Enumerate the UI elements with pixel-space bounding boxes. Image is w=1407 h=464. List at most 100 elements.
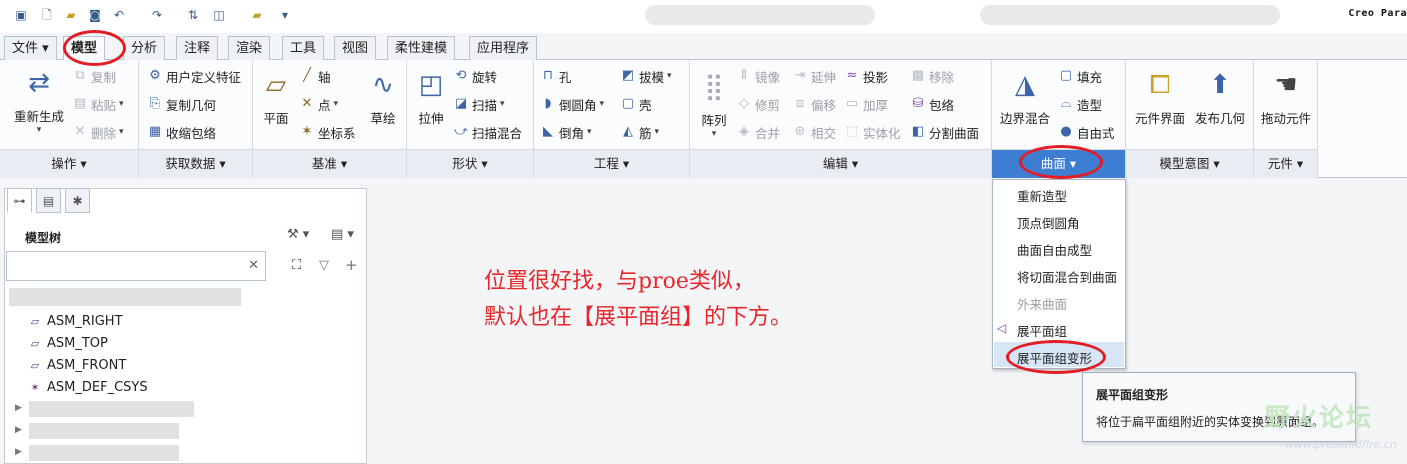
tree-item[interactable]: ✶ ASM_DEF_CSYS [27,377,147,397]
settings-icon[interactable]: ⚒ ▾ [287,227,309,242]
tree-search-input[interactable]: ✕ [6,251,266,281]
undo-icon[interactable]: ↶ [110,6,128,24]
axis-button[interactable]: ╱ 轴 [299,66,330,86]
round-button[interactable]: ◗ 倒圆角 ▾ [540,94,604,114]
project-button[interactable]: ≈ 投影 [844,66,888,86]
user-defined-feature-button[interactable]: ⚙ 用户定义特征 [147,66,241,86]
copy-button[interactable]: ⧉ 复制 [72,66,116,86]
extrude-button[interactable]: ◰ 拉伸 [413,68,449,127]
watermark-url: www.proewildfire.cn [1285,438,1397,451]
filter-icon[interactable]: ▽ [319,258,329,273]
sketch-button[interactable]: ∿ 草绘 [365,68,401,127]
tree-item[interactable]: ▱ ASM_TOP [27,333,108,353]
add-icon[interactable]: + [345,256,358,274]
copy-geometry-button[interactable]: ⎘ 复制几何 [147,94,216,114]
windows-icon[interactable]: ◫ [210,6,228,24]
show-icon[interactable]: ▤ ▾ [331,227,354,242]
tab-analysis[interactable]: 分析 [123,36,166,60]
group-footer-engineering[interactable]: 工程 ▾ [534,149,689,178]
drag-components-button[interactable]: ☚ 拖动元件 [1258,68,1314,127]
revolve-icon: ⟲ [455,68,467,83]
csys-button[interactable]: ✶ 坐标系 [299,122,356,142]
shrinkwrap-button[interactable]: ▦ 收缩包络 [147,122,216,142]
draft-icon: ◩ [621,68,635,83]
menu-item-vertex-round[interactable]: 顶点倒圆角 [1017,213,1080,232]
extend-button[interactable]: ⇥ 延伸 [792,66,836,86]
menu-item-flatten-quilt[interactable]: 展平面组 [1017,321,1067,340]
group-footer-datum[interactable]: 基准 ▾ [253,149,406,178]
menu-item-restyle[interactable]: 重新造型 [1017,186,1067,205]
new-file-icon[interactable]: 🗋 [38,6,56,24]
freestyle-button[interactable]: ● 自由式 [1058,122,1114,142]
tab-flexible-modeling[interactable]: 柔性建模 [387,36,456,60]
group-footer-editing[interactable]: 编辑 ▾ [690,149,991,178]
point-button[interactable]: ✕ 点 ▾ [299,94,339,114]
highlight-circle-model-tab [63,30,126,66]
wrap-button[interactable]: ⛁ 包络 [910,94,954,114]
group-footer-operations[interactable]: 操作 ▾ [0,149,138,178]
paste-button[interactable]: ▤ 粘贴 ▾ [72,94,124,114]
trim-button[interactable]: ◇ 修剪 [736,94,780,114]
fill-button[interactable]: ▢ 填充 [1058,66,1102,86]
sweep-icon: ◪ [454,96,468,111]
revolve-button[interactable]: ⟲ 旋转 [453,66,497,86]
tab-file[interactable]: 文件 ▾ [4,36,57,60]
swept-blend-button[interactable]: ⤻ 扫描混合 [453,122,522,142]
expand-icon[interactable]: ▶ [15,447,22,457]
rib-button[interactable]: ◭ 筋 ▾ [620,122,659,142]
app-icon[interactable]: ▣ [12,6,30,24]
style-button[interactable]: ⌓ 造型 [1058,94,1102,114]
tab-favorites[interactable]: ✱ [65,188,90,213]
publish-geometry-button[interactable]: ⬆ 发布几何 [1192,68,1248,127]
chamfer-button[interactable]: ◣ 倒角 ▾ [540,122,592,142]
customize-toolbar-icon[interactable]: ▾ [276,6,294,24]
menu-item-freeform[interactable]: 曲面自由成型 [1017,240,1092,259]
clear-icon[interactable]: ✕ [248,258,259,273]
regenerate-button[interactable]: ⇄ 重新生成 ▾ [8,66,70,135]
tab-render[interactable]: 渲染 [228,36,271,60]
plane-button[interactable]: ▱ 平面 [259,68,293,127]
tree-item[interactable]: ▱ ASM_RIGHT [27,311,123,331]
thicken-button[interactable]: ▭ 加厚 [844,94,888,114]
model-tree-panel: ⊶ ▤ ✱ 模型树 ⚒ ▾ ▤ ▾ ✕ ⛶ ▽ + ▱ ASM_RIGHT ▱ AS… [4,188,367,464]
menu-item-tangent-blend[interactable]: 将切面混合到曲面 [1017,267,1117,286]
offset-button[interactable]: ⧈ 偏移 [792,94,836,114]
tree-item[interactable]: ▱ ASM_FRONT [27,355,127,375]
solidify-button[interactable]: ⬚ 实体化 [844,122,901,142]
draft-button[interactable]: ◩ 拔模 ▾ [620,66,672,86]
split-surface-button[interactable]: ◧ 分割曲面 [910,122,979,142]
save-icon[interactable]: ◙ [86,6,104,24]
group-footer-get-data[interactable]: 获取数据 ▾ [139,149,252,178]
menu-item-foreign-surface[interactable]: 外来曲面 [1017,294,1067,313]
find-icon[interactable]: ⛶ [292,258,301,273]
intersect-button[interactable]: ⊛ 相交 [792,122,836,142]
expand-icon[interactable]: ▶ [15,425,22,435]
copy-geometry-icon: ⎘ [149,96,161,111]
tab-view[interactable]: 视图 [334,36,377,60]
tab-applications[interactable]: 应用程序 [469,36,538,60]
merge-button[interactable]: ◈ 合并 [736,122,780,142]
close-window-icon[interactable]: ▰ [248,6,266,24]
mirror-button[interactable]: ⫴ 镜像 [736,66,780,86]
tab-annotate[interactable]: 注释 [176,36,219,60]
hole-button[interactable]: ⊓ 孔 [540,66,572,86]
regenerate-icon[interactable]: ⇅ [184,6,202,24]
delete-button[interactable]: ✕ 删除 ▾ [72,122,124,142]
remove-button[interactable]: ▩ 移除 [910,66,954,86]
group-footer-components[interactable]: 元件 ▾ [1254,149,1317,178]
publish-geometry-icon: ⬆ [1209,70,1231,100]
component-interface-button[interactable]: ⧠ 元件界面 [1130,68,1190,127]
tab-folder-browser[interactable]: ▤ [36,188,61,213]
tab-model-tree[interactable]: ⊶ [7,188,32,213]
open-folder-icon[interactable]: ▰ [62,6,80,24]
boundary-blend-button[interactable]: ◮ 边界混合 [996,68,1054,127]
sweep-button[interactable]: ◪ 扫描 ▾ [453,94,505,114]
redo-icon[interactable]: ↷ [148,6,166,24]
regenerate-icon: ⇄ [28,68,50,98]
tab-tools[interactable]: 工具 [282,36,325,60]
pattern-button[interactable]: ⣿ 阵列 ▾ [696,70,732,139]
group-footer-shapes[interactable]: 形状 ▾ [407,149,533,178]
shell-button[interactable]: ▢ 壳 [620,94,652,114]
group-footer-model-intent[interactable]: 模型意图 ▾ [1126,149,1253,178]
expand-icon[interactable]: ▶ [15,403,22,413]
